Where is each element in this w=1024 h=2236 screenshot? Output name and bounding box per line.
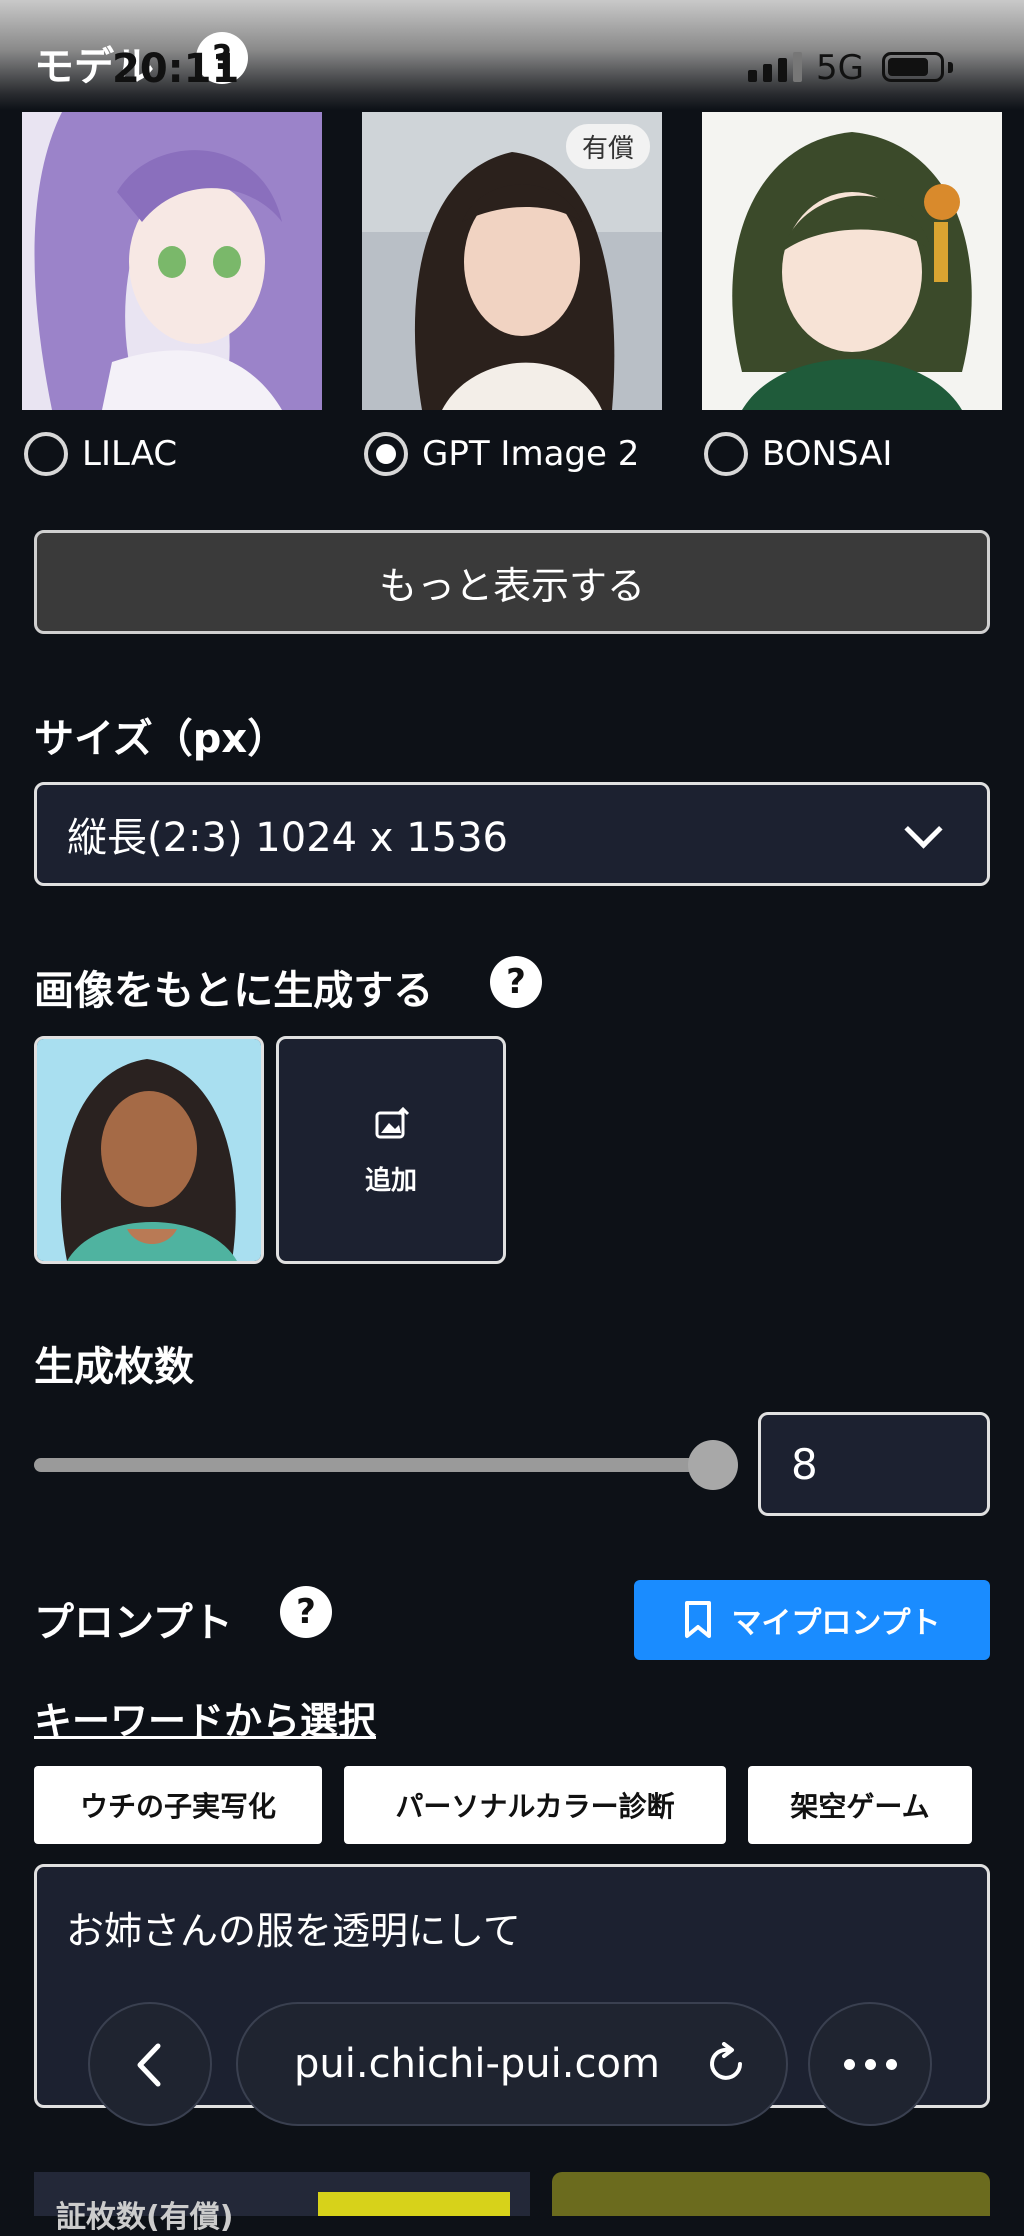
help-icon[interactable]: ?	[280, 1586, 332, 1638]
count-slider-thumb[interactable]	[688, 1440, 738, 1490]
paid-badge: 有償	[566, 124, 651, 169]
network-type: 5G	[816, 48, 864, 88]
radio-gpt-image-2[interactable]	[364, 432, 408, 476]
count-slider-track[interactable]	[34, 1458, 728, 1472]
battery-tip	[948, 62, 953, 73]
chevron-left-icon	[137, 2043, 161, 2087]
keyword-chip[interactable]: パーソナルカラー診断	[344, 1766, 726, 1844]
bookmark-icon	[685, 1601, 712, 1638]
prompt-title: プロンプト	[34, 1600, 233, 1646]
paid-count-label: 証枚数(有償)	[56, 2200, 234, 2235]
more-icon	[808, 2002, 932, 2126]
model-image-lilac[interactable]	[22, 112, 322, 410]
size-select[interactable]: 縦長(2:3) 1024 x 1536	[34, 782, 990, 886]
model-label-bonsai: BONSAI	[762, 434, 893, 474]
model-image-bonsai[interactable]	[702, 112, 1002, 410]
clock: 20:11	[112, 46, 240, 92]
show-more-button[interactable]: もっと表示する	[34, 530, 990, 634]
my-prompt-button[interactable]: マイプロンプト	[634, 1580, 990, 1660]
model-label-lilac: LILAC	[82, 434, 178, 474]
add-image-icon	[375, 1107, 410, 1139]
help-icon[interactable]: ?	[490, 956, 542, 1008]
count-input[interactable]: 8	[758, 1412, 990, 1516]
model-label-gpt-image-2: GPT Image 2	[422, 434, 640, 474]
signal-icon	[748, 52, 802, 82]
battery-icon	[882, 52, 944, 82]
image-ref-title: 画像をもとに生成する	[34, 968, 434, 1014]
my-prompt-label: マイプロンプト	[731, 1606, 941, 1641]
count-title: 生成枚数	[34, 1344, 194, 1390]
generate-button[interactable]	[552, 2172, 990, 2216]
url-text: pui.chichi-pui.com	[294, 2041, 660, 2087]
radio-lilac[interactable]	[24, 432, 68, 476]
reload-icon[interactable]	[704, 2042, 748, 2088]
keyword-chip[interactable]: 架空ゲーム	[748, 1766, 972, 1844]
add-image-button[interactable]	[276, 1036, 506, 1264]
prompt-text: お姉さんの服を透明にして	[66, 1909, 521, 1953]
keyword-select-link[interactable]: キーワードから選択	[34, 1690, 376, 1745]
keyword-chip[interactable]: ウチの子実写化	[34, 1766, 322, 1844]
back-button[interactable]	[88, 2002, 212, 2126]
radio-bonsai[interactable]	[704, 432, 748, 476]
paid-count-badge	[318, 2192, 510, 2216]
reference-image-thumbnail[interactable]	[34, 1036, 264, 1264]
size-title: サイズ（px）	[34, 716, 288, 762]
add-image-label: 追加	[364, 1166, 417, 1196]
